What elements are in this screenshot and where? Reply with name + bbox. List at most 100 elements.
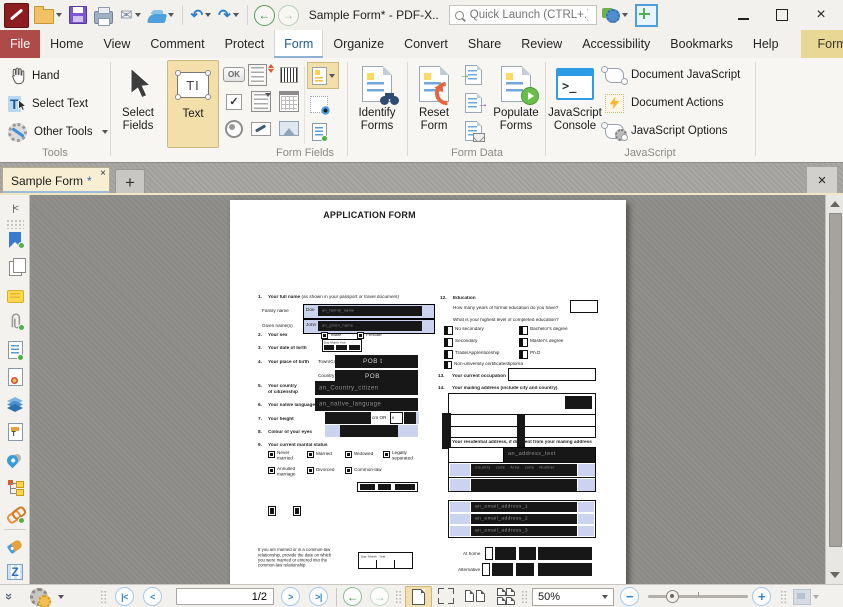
legally-separated-checkbox[interactable] [383,451,390,458]
date-of-birth-field[interactable]: Day Month Year [322,339,362,352]
tags-pane-button[interactable] [3,535,27,557]
email-form-data-button[interactable] [461,118,485,143]
tab-comment[interactable]: Comment [140,30,214,58]
never-married-checkbox[interactable] [268,451,275,458]
zoom-slider[interactable] [648,586,748,607]
tab-review[interactable]: Review [511,30,572,58]
zoom-in-button[interactable]: + [752,586,771,607]
chevron-down-icon[interactable] [56,13,62,17]
chevron-down-icon[interactable] [135,13,141,17]
marital-extra-field[interactable] [357,482,418,492]
preview-fields-button[interactable] [307,92,331,117]
thumbnails-pane-button[interactable] [3,257,27,279]
chevron-down-icon[interactable] [622,13,628,17]
radio-button-tool[interactable] [222,116,246,141]
annulled-marriage-checkbox[interactable] [268,467,275,474]
height-cm-field[interactable] [325,412,371,424]
fields-pane-button[interactable] [3,339,27,361]
identify-forms-button[interactable]: Identify Forms [349,60,405,146]
status-options-button[interactable] [30,586,64,607]
scan-button[interactable] [146,3,176,27]
signature-field-tool[interactable] [249,116,273,141]
page-number-field[interactable] [176,586,274,607]
image-field-tool[interactable] [277,116,301,141]
chevron-down-icon[interactable] [102,130,108,134]
populate-forms-button[interactable]: Populate Forms [489,60,543,146]
ui-options-button[interactable] [600,3,630,27]
standalone-checkbox-1[interactable] [268,506,276,516]
document-canvas[interactable]: APPLICATION FORM 1. Your full name (as s… [30,195,825,584]
page-number-input[interactable] [176,588,274,605]
toolbar-handle[interactable] [100,586,108,607]
minimize-button[interactable] [725,2,761,28]
close-document-button[interactable]: × [806,166,838,195]
chevron-down-icon[interactable] [168,13,174,17]
expand-panes-button[interactable]: » [6,586,13,607]
text-field-tool-button[interactable]: TI Text [167,60,219,148]
view-forward-button[interactable]: → [370,586,389,607]
vertical-scrollbar[interactable] [825,195,843,584]
citizenship-field[interactable]: an_Country_citizen [315,381,418,395]
email-field-2[interactable]: an_email_address_2 [471,514,577,524]
no-secondary-checkbox[interactable] [444,326,453,335]
scroll-up-arrow[interactable] [830,201,840,207]
comments-pane-button[interactable] [3,285,27,307]
barcode-field-tool[interactable] [277,62,301,87]
masters-checkbox[interactable] [519,338,528,347]
continuous-layout-button[interactable] [433,586,458,606]
education-years-field[interactable] [570,300,598,313]
tab-form[interactable]: Form [274,30,323,58]
preview-mode-button[interactable] [793,586,819,607]
select-fields-button[interactable]: Select Fields [112,60,164,146]
list-box-tool[interactable] [249,62,273,87]
chevron-down-icon[interactable] [205,13,211,17]
undo-button[interactable]: ↶ [189,3,214,27]
fields-pane-toggle-button[interactable] [307,119,331,144]
scroll-down-arrow[interactable] [830,572,840,578]
female-checkbox[interactable] [357,332,364,339]
tab-file[interactable]: File [0,30,40,58]
email-field-1[interactable]: an_email_address_1 [471,502,577,512]
date-field-tool[interactable] [277,89,301,114]
quick-launch-input[interactable] [468,8,590,22]
destinations-pane-button[interactable] [3,448,27,470]
previous-page-button[interactable]: < [143,586,162,607]
tab-bookmarks[interactable]: Bookmarks [660,30,743,58]
view-back-button[interactable]: ← [343,586,362,607]
highlight-fields-button[interactable] [307,62,339,89]
quick-launch-box[interactable] [449,5,597,25]
maximize-button[interactable] [764,2,800,28]
native-language-field[interactable]: an_native_language [315,398,418,411]
zoom-level-select[interactable]: 50% [532,586,614,607]
bachelors-checkbox[interactable] [519,326,528,335]
divorced-checkbox[interactable] [307,467,314,474]
document-actions-button[interactable]: Document Actions [602,91,727,115]
marriage-date-field[interactable]: Day Month Year [358,552,413,569]
export-form-data-button[interactable]: → [461,90,485,115]
layers-pane-button[interactable] [3,393,27,415]
dropdown-field-tool[interactable] [249,89,273,114]
residential-address-field[interactable]: an_address_text Country code Area code N… [448,447,596,492]
widowed-checkbox[interactable] [345,451,352,458]
zoom-out-button[interactable]: − [620,586,639,607]
attachments-pane-button[interactable] [3,311,27,333]
height-ft-field[interactable]: ft [390,412,403,424]
married-checkbox[interactable] [307,451,314,458]
single-page-layout-button[interactable] [405,586,432,607]
hand-tool-button[interactable]: Hand [5,64,63,88]
tab-share[interactable]: Share [458,30,511,58]
tab-help[interactable]: Help [743,30,789,58]
tab-protect[interactable]: Protect [215,30,275,58]
occupation-field[interactable] [508,368,596,381]
tab-close-icon[interactable]: × [100,169,106,179]
print-button[interactable] [92,3,115,27]
toolbar-handle[interactable] [395,586,403,607]
chevron-down-icon[interactable] [329,74,335,78]
non-university-checkbox[interactable] [444,361,452,369]
tab-home[interactable]: Home [40,30,93,58]
email-field-3[interactable]: an_email_address_3 [471,526,577,536]
standalone-checkbox-2[interactable] [293,506,301,516]
checkbox-field-tool[interactable]: ✓ [222,89,246,114]
common-law-checkbox[interactable] [345,467,352,474]
next-page-button[interactable]: > [281,586,300,607]
